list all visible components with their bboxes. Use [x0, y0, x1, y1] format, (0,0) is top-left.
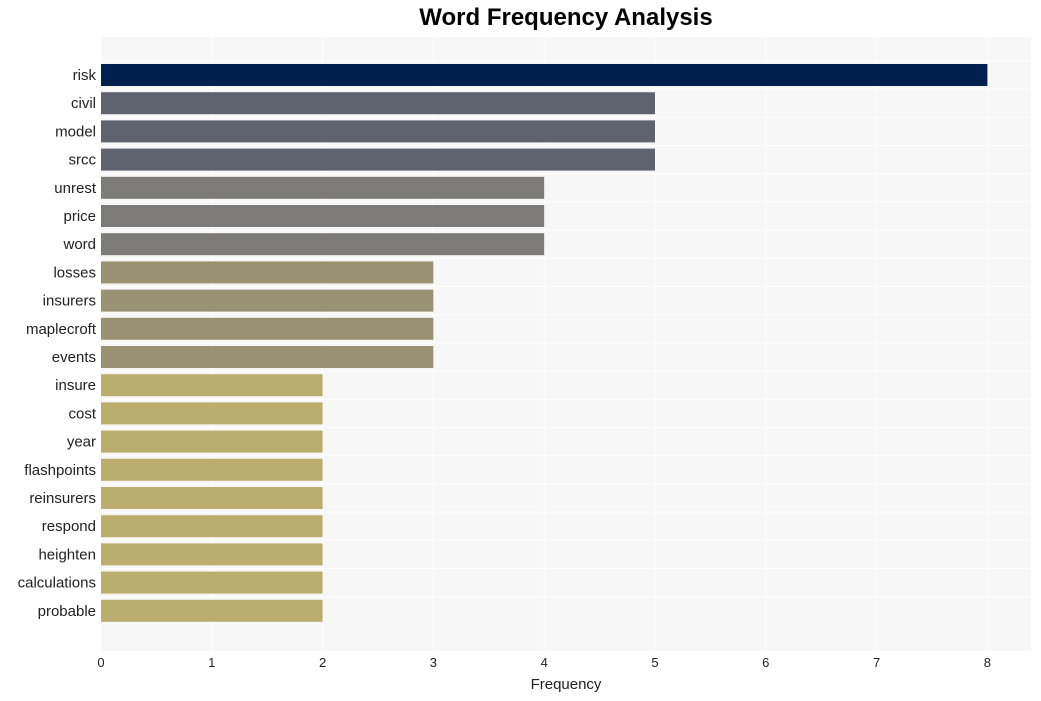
y-label-probable: probable — [38, 603, 96, 620]
x-tick-2: 2 — [319, 655, 326, 670]
bar-flashpoints — [101, 458, 323, 481]
bar-insure — [101, 374, 323, 397]
x-tick-3: 3 — [430, 655, 437, 670]
bar-model — [101, 120, 655, 143]
bar-calculations — [101, 571, 323, 594]
bar-year — [101, 430, 323, 453]
y-label-risk: risk — [73, 67, 97, 84]
x-tick-4: 4 — [541, 655, 548, 670]
y-label-losses: losses — [53, 264, 96, 281]
bar-chart: risk civil model srcc unrest price word losses i… — [18, 37, 1031, 693]
bar-srcc — [101, 148, 655, 171]
y-label-events: events — [52, 349, 96, 366]
bar-risk — [101, 64, 988, 86]
y-label-insurers: insurers — [43, 293, 96, 310]
bar-price — [101, 205, 545, 227]
bar-events — [101, 346, 434, 368]
y-label-heighten: heighten — [38, 546, 96, 563]
y-label-calculations: calculations — [18, 575, 96, 592]
x-tick-0: 0 — [97, 655, 104, 670]
y-label-respond: respond — [42, 518, 96, 535]
y-label-year: year — [67, 434, 96, 451]
x-axis-ticks: 0 1 2 3 4 5 6 7 8 — [97, 655, 991, 670]
x-axis-label: Frequency — [531, 676, 602, 693]
y-label-word: word — [62, 236, 96, 253]
bar-probable — [101, 599, 323, 622]
x-tick-7: 7 — [873, 655, 880, 670]
y-label-unrest: unrest — [54, 180, 97, 197]
y-axis-labels: risk civil model srcc unrest price word losses i… — [18, 67, 97, 620]
bar-maplecroft — [101, 317, 434, 340]
y-label-reinsurers: reinsurers — [29, 490, 96, 507]
y-label-srcc: srcc — [69, 152, 97, 169]
y-label-flashpoints: flashpoints — [24, 462, 96, 479]
bar-word — [101, 233, 545, 256]
y-label-cost: cost — [68, 405, 96, 422]
bar-cost — [101, 402, 323, 425]
y-label-price: price — [63, 208, 96, 225]
bar-respond — [101, 515, 323, 538]
x-tick-1: 1 — [208, 655, 215, 670]
x-tick-6: 6 — [762, 655, 769, 670]
y-label-maplecroft: maplecroft — [26, 321, 97, 338]
x-tick-8: 8 — [984, 655, 991, 670]
x-tick-5: 5 — [651, 655, 658, 670]
bar-insurers — [101, 289, 434, 312]
y-label-insure: insure — [55, 377, 96, 394]
bar-heighten — [101, 543, 323, 566]
bar-civil — [101, 92, 655, 115]
y-label-model: model — [55, 123, 96, 140]
bar-reinsurers — [101, 487, 323, 509]
bar-unrest — [101, 176, 545, 199]
bar-losses — [101, 261, 434, 284]
y-label-civil: civil — [71, 95, 96, 112]
